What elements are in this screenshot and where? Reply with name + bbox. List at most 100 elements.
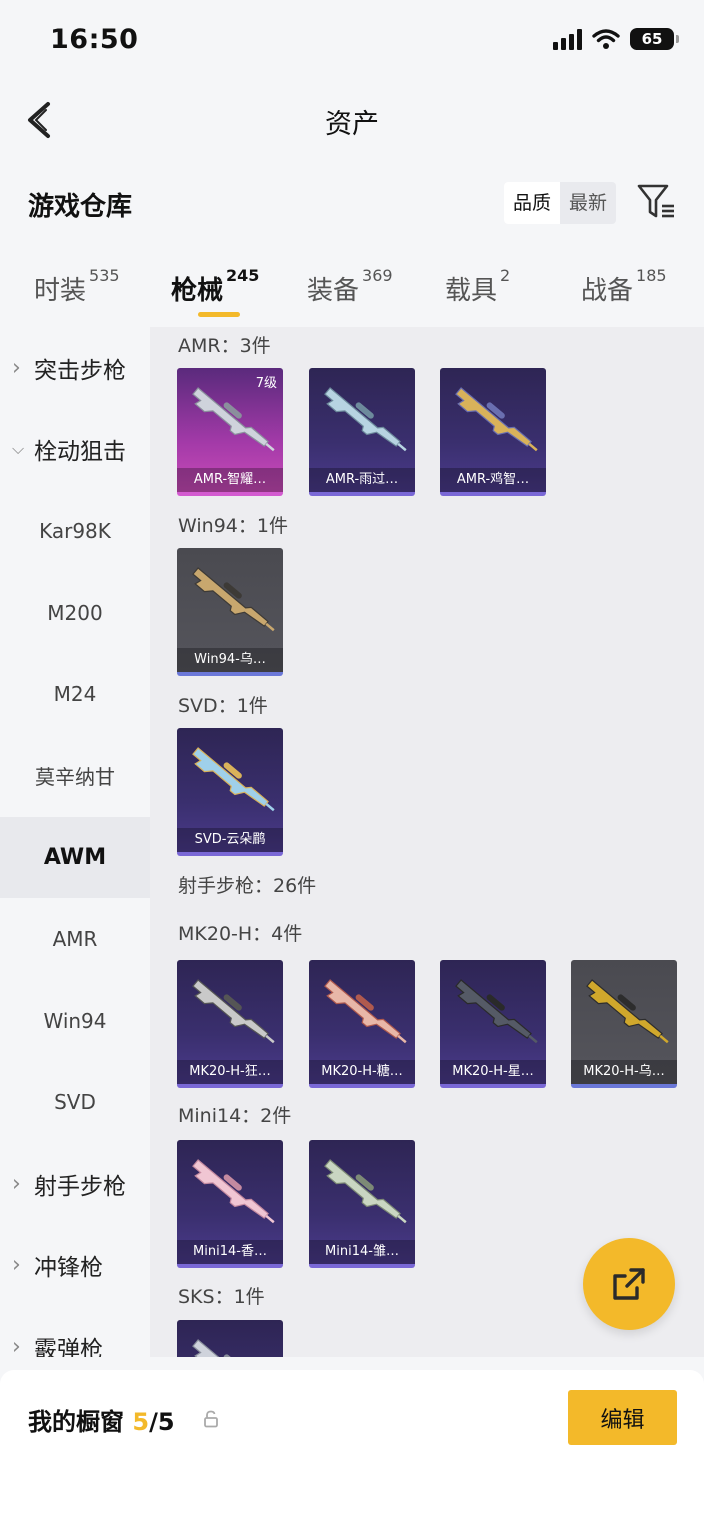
- sidebar-item-label: 冲锋枪: [34, 1255, 103, 1282]
- tab-equipment[interactable]: 装备369: [307, 266, 393, 307]
- weapon-image: [586, 979, 669, 1044]
- tab-count: 245: [226, 266, 260, 285]
- header: 资产: [0, 84, 704, 156]
- sidebar-item[interactable]: AWM: [0, 816, 150, 899]
- tab-label: 战备: [581, 276, 634, 306]
- weapon-image: [324, 1159, 407, 1224]
- sidebar-item[interactable]: Win94: [0, 980, 150, 1062]
- weapon-name: MK20-H-糖…: [309, 1060, 415, 1084]
- active-tab-indicator: [198, 312, 240, 317]
- showcase-title: 我的橱窗 5/5: [28, 1402, 175, 1437]
- weapon-card[interactable]: Win94-乌…: [177, 548, 283, 676]
- sidebar-item-label: M200: [47, 600, 103, 625]
- sort-latest-button[interactable]: 最新: [560, 182, 616, 224]
- weapon-card[interactable]: AMR-雨过…: [309, 368, 415, 496]
- weapon-name: MK20-H-狂…: [177, 1060, 283, 1084]
- weapon-card[interactable]: [177, 1320, 283, 1357]
- sidebar-item[interactable]: M200: [0, 572, 150, 654]
- sidebar-item[interactable]: ⌵ 栓动狙击: [0, 409, 150, 491]
- sidebar-item-label: 莫辛纳甘: [35, 765, 115, 790]
- tab-fashion[interactable]: 时装535: [34, 266, 120, 307]
- category-tabs: 时装535 枪械245 装备369 载具2 战备185: [0, 262, 704, 322]
- signal-icon: [553, 28, 582, 50]
- weapon-image: [455, 387, 538, 452]
- tab-label: 装备: [307, 276, 360, 306]
- sidebar-item-label: 霰弹枪: [34, 1336, 103, 1357]
- group-label: SKS：1件: [178, 1286, 265, 1308]
- tab-label: 枪械: [171, 276, 224, 306]
- chevron-right-icon: ›: [12, 1334, 21, 1357]
- showcase-total: /5: [149, 1408, 175, 1436]
- tab-count: 185: [636, 266, 667, 285]
- sidebar-item-label: Kar98K: [39, 518, 111, 543]
- weapon-image: [192, 567, 275, 632]
- weapon-name: MK20-H-乌…: [571, 1060, 677, 1084]
- tab-vehicles[interactable]: 载具2: [445, 266, 510, 307]
- chevron-right-icon: ›: [12, 1171, 21, 1197]
- tab-label: 时装: [34, 276, 87, 306]
- sidebar-item-label: SVD: [54, 1090, 96, 1115]
- chevron-right-icon: ›: [12, 355, 21, 381]
- sidebar-item[interactable]: › 霰弹枪: [0, 1306, 150, 1357]
- weapon-image: [192, 1339, 269, 1357]
- group-label: Win94：1件: [178, 515, 288, 537]
- warehouse-title: 游戏仓库: [28, 192, 133, 222]
- chevron-down-icon: ⌵: [12, 439, 25, 459]
- weapon-card[interactable]: AMR-鸡智…: [440, 368, 546, 496]
- status-time: 16:50: [50, 24, 139, 55]
- sidebar-item[interactable]: SVD: [0, 1061, 150, 1143]
- weapon-name: Mini14-雏…: [309, 1240, 415, 1264]
- status-bar: 16:50 65: [0, 0, 704, 84]
- wifi-icon: [592, 29, 620, 49]
- weapon-card[interactable]: Mini14-雏…: [309, 1140, 415, 1268]
- group-label: Mini14：2件: [178, 1105, 292, 1127]
- sidebar-item[interactable]: › 射手步枪: [0, 1143, 150, 1225]
- sidebar-item-label: 射手步枪: [34, 1173, 126, 1200]
- page-title: 资产: [325, 109, 379, 140]
- sort-quality-button[interactable]: 品质: [504, 182, 561, 224]
- sidebar-item[interactable]: › 冲锋枪: [0, 1225, 150, 1307]
- group-label: SVD：1件: [178, 695, 268, 717]
- weapon-card[interactable]: Mini14-香…: [177, 1140, 283, 1268]
- weapon-level: 7级: [255, 376, 277, 391]
- weapon-name: AMR-鸡智…: [440, 468, 546, 492]
- weapon-card[interactable]: MK20-H-狂…: [177, 960, 283, 1088]
- tab-count: 535: [89, 266, 120, 285]
- weapon-image: [324, 979, 407, 1044]
- sidebar-item-label: AMR: [52, 926, 98, 951]
- tab-label: 载具: [445, 276, 498, 306]
- weapon-image: [192, 1159, 275, 1224]
- group-label: 射手步枪：26件: [178, 875, 317, 897]
- weapon-name: SVD-云朵鹛: [177, 828, 283, 852]
- weapon-card[interactable]: 7级 AMR-智耀…: [177, 368, 283, 496]
- weapon-image: [192, 747, 275, 812]
- tab-count: 2: [500, 266, 511, 285]
- showcase-count: 5: [132, 1408, 150, 1436]
- lock-icon: [204, 1410, 218, 1428]
- sidebar-item-label: Win94: [43, 1008, 107, 1033]
- sidebar-item[interactable]: › 突击步枪: [0, 327, 150, 409]
- weapon-card[interactable]: MK20-H-乌…: [571, 960, 677, 1088]
- edit-button[interactable]: 编辑: [568, 1390, 677, 1445]
- weapon-card[interactable]: MK20-H-糖…: [309, 960, 415, 1088]
- sidebar-item[interactable]: 莫辛纳甘: [0, 735, 150, 817]
- showcase-label: 我的橱窗: [28, 1408, 124, 1436]
- showcase-bar: 我的橱窗 5/5 编辑: [0, 1370, 704, 1523]
- weapon-card[interactable]: SVD-云朵鹛: [177, 728, 283, 856]
- weapon-name: AMR-智耀…: [177, 468, 283, 492]
- sidebar-item[interactable]: M24: [0, 653, 150, 735]
- weapon-card[interactable]: MK20-H-星…: [440, 960, 546, 1088]
- chevron-right-icon: ›: [12, 1252, 21, 1278]
- battery-icon: 65: [630, 28, 679, 50]
- filter-icon[interactable]: [636, 182, 678, 222]
- tab-supplies[interactable]: 战备185: [581, 266, 667, 307]
- warehouse-row: 游戏仓库 品质 最新: [0, 172, 704, 236]
- weapon-image: [455, 979, 538, 1044]
- group-label: AMR：3件: [178, 335, 271, 357]
- share-button[interactable]: [583, 1238, 675, 1330]
- sidebar-item[interactable]: Kar98K: [0, 490, 150, 572]
- tab-guns[interactable]: 枪械245: [171, 266, 259, 307]
- sidebar-item[interactable]: AMR: [0, 898, 150, 980]
- sidebar-item-label: 突击步枪: [34, 357, 126, 384]
- weapon-name: Win94-乌…: [177, 648, 283, 672]
